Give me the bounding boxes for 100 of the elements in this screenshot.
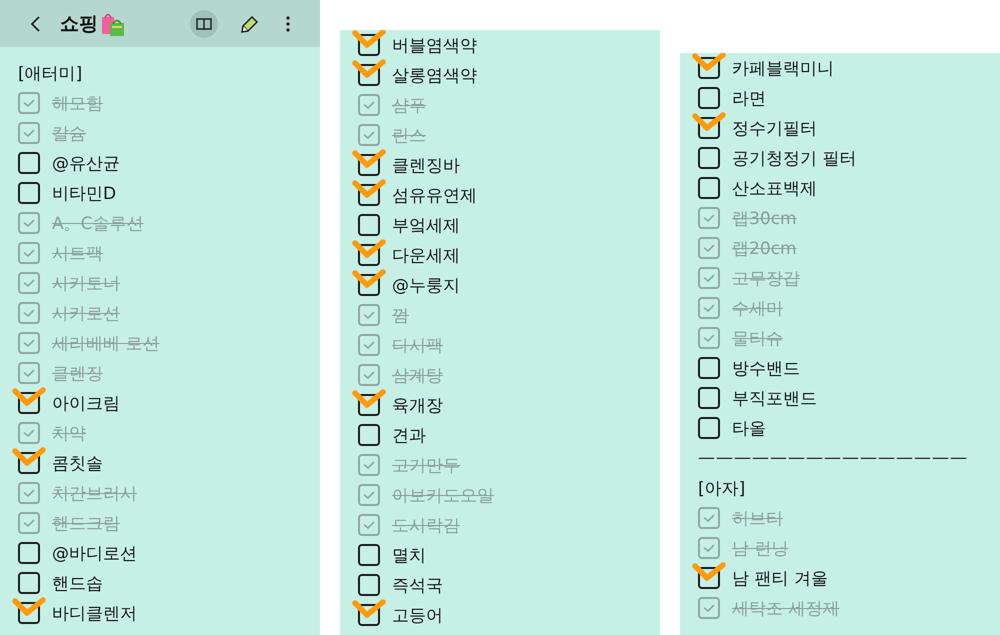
item-text: 다시팩 [392, 334, 443, 356]
item-text: 멸치 [392, 544, 426, 566]
checkbox[interactable] [18, 512, 40, 534]
item-text: 콤칫솔 [52, 452, 103, 474]
item-text: 핸드크림 [52, 512, 120, 534]
checkbox[interactable] [18, 362, 40, 384]
item-text: 살롱염색약 [392, 64, 477, 86]
tick-icon [363, 370, 375, 380]
checkbox[interactable] [698, 147, 720, 169]
tick-mark-icon [352, 389, 386, 409]
checkbox[interactable] [18, 572, 40, 594]
item-text: 샴푸 [392, 94, 426, 116]
checkbox[interactable] [698, 327, 720, 349]
item-text: 타올 [732, 418, 766, 440]
checkbox[interactable] [698, 297, 720, 319]
checkbox[interactable] [18, 542, 40, 564]
item-text: 견과 [392, 424, 426, 446]
checkbox[interactable] [18, 602, 40, 624]
tick-mark-icon [12, 447, 46, 467]
tick-icon [703, 214, 715, 222]
checkbox[interactable] [358, 484, 380, 506]
checkbox[interactable] [18, 272, 40, 294]
checkbox[interactable] [18, 122, 40, 144]
checkbox[interactable] [358, 364, 380, 386]
checkbox[interactable] [698, 237, 720, 259]
checkbox[interactable] [358, 184, 380, 206]
item-text: 라면 [732, 88, 766, 110]
checkbox[interactable] [18, 332, 40, 354]
item-text: 남 팬티 겨울 [732, 568, 828, 590]
checkbox[interactable] [358, 34, 380, 56]
item-text: @유산균 [52, 152, 120, 174]
checkbox[interactable] [18, 452, 40, 474]
tick-icon [703, 544, 715, 552]
checkbox[interactable] [18, 482, 40, 504]
checkbox[interactable] [358, 544, 380, 566]
item-text: 정수기필터 [732, 118, 817, 140]
checkbox[interactable] [358, 454, 380, 476]
tick-mark-icon [692, 112, 726, 132]
tick-icon [23, 308, 35, 318]
checkbox[interactable] [698, 597, 720, 619]
item-text: 고무장갑 [732, 268, 800, 290]
checkbox[interactable] [18, 152, 40, 174]
tick-icon [703, 334, 715, 342]
checkbox[interactable] [358, 574, 380, 596]
item-text: 세라베베 로션 [52, 332, 160, 354]
item-text: 치간브러시 [52, 482, 137, 504]
checkbox[interactable] [698, 207, 720, 229]
checkbox[interactable] [18, 242, 40, 264]
item-text: 물티슈 [732, 328, 783, 350]
tick-icon [703, 514, 715, 522]
checkbox[interactable] [698, 507, 720, 529]
checkbox[interactable] [358, 514, 380, 536]
item-text: @누룽지 [392, 274, 460, 296]
checkbox[interactable] [18, 212, 40, 234]
checkbox[interactable] [358, 214, 380, 236]
tick-mark-icon [352, 59, 386, 79]
checkbox[interactable] [358, 304, 380, 326]
checkbox[interactable] [698, 417, 720, 439]
item-text: 아보카도오일 [392, 484, 494, 506]
checkbox[interactable] [698, 537, 720, 559]
tick-mark-icon [12, 387, 46, 407]
checkbox[interactable] [358, 334, 380, 356]
checkbox[interactable] [358, 64, 380, 86]
checkbox[interactable] [358, 604, 380, 626]
checkbox[interactable] [698, 87, 720, 109]
tick-icon [363, 460, 375, 470]
checkbox[interactable] [18, 182, 40, 204]
checkbox[interactable] [18, 92, 40, 114]
checkbox[interactable] [698, 567, 720, 589]
checkbox[interactable] [698, 267, 720, 289]
checkbox[interactable] [358, 394, 380, 416]
tick-mark-icon [352, 599, 386, 619]
tick-icon [363, 520, 375, 530]
checkbox[interactable] [698, 57, 720, 79]
checkbox[interactable] [358, 274, 380, 296]
book-icon[interactable] [190, 10, 218, 38]
dashed-rule: ——————————————— [698, 448, 968, 468]
checkbox[interactable] [18, 422, 40, 444]
checkbox[interactable] [698, 177, 720, 199]
item-text: @바디로션 [52, 542, 137, 564]
checkbox[interactable] [18, 302, 40, 324]
tick-icon [23, 248, 35, 258]
item-text: 랩20cm [732, 238, 797, 260]
item-text: 섬유유연제 [392, 184, 477, 206]
tick-mark-icon [352, 179, 386, 199]
checkbox[interactable] [18, 392, 40, 414]
checkbox[interactable] [358, 124, 380, 146]
checkbox[interactable] [358, 94, 380, 116]
checkbox[interactable] [358, 424, 380, 446]
checkbox[interactable] [358, 244, 380, 266]
item-text: 부직포밴드 [732, 388, 817, 410]
checkbox[interactable] [698, 117, 720, 139]
checkbox[interactable] [358, 154, 380, 176]
item-text: 육개장 [392, 394, 443, 416]
checkbox[interactable] [698, 387, 720, 409]
checkbox[interactable] [698, 357, 720, 379]
item-text: 공기청정기 필터 [732, 148, 856, 170]
item-text: 클렌징 [52, 362, 103, 384]
item-text: 칼슘 [52, 122, 86, 144]
item-text: 산소표백제 [732, 178, 817, 200]
